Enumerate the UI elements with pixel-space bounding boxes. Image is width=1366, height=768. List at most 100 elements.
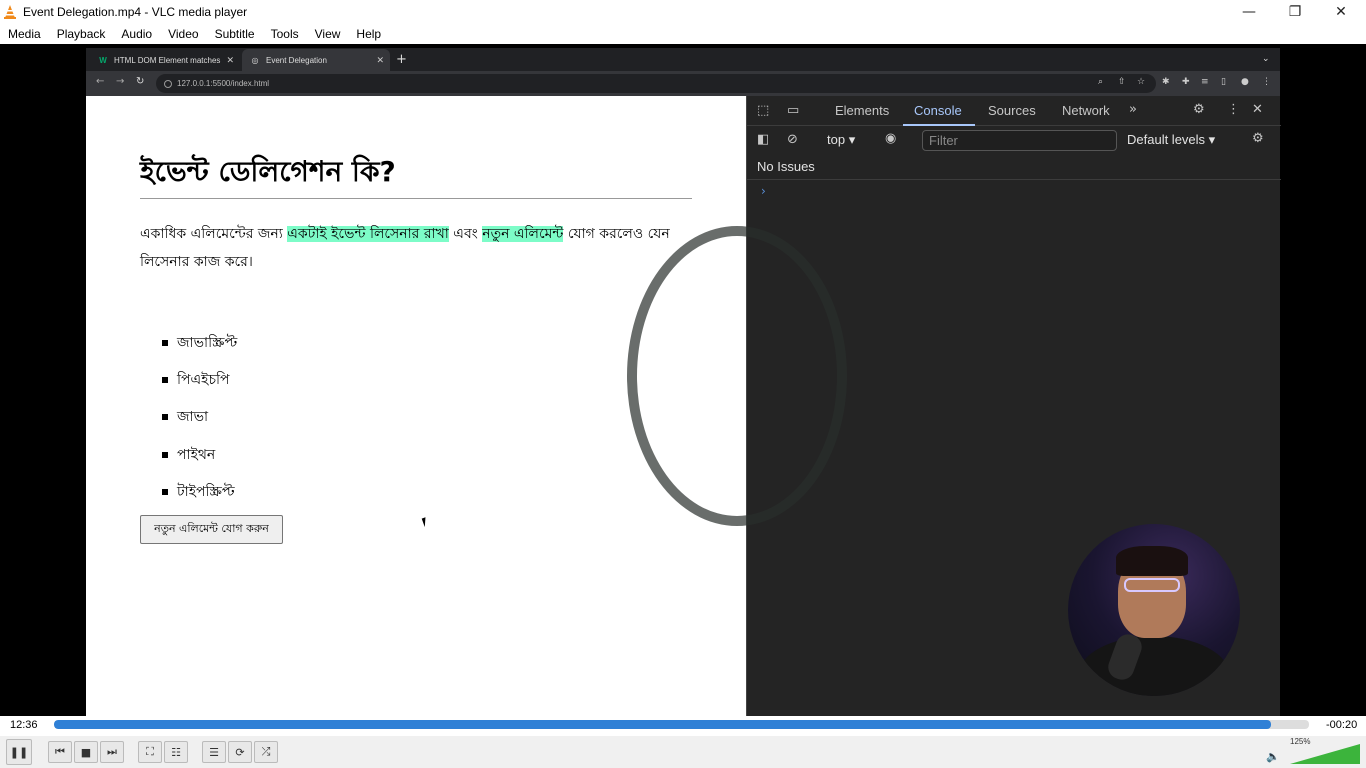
w3schools-icon: W: [99, 55, 107, 65]
zoom-icon[interactable]: ⌕: [1098, 77, 1103, 87]
share-icon[interactable]: ⇧: [1118, 77, 1126, 87]
heading-rule: [140, 198, 692, 199]
seek-bar[interactable]: [54, 720, 1309, 729]
more-tabs-icon[interactable]: »: [1129, 102, 1137, 117]
previous-button[interactable]: ⏮: [48, 741, 72, 763]
reload-icon[interactable]: ↻: [136, 76, 144, 87]
browser-tab-strip: W HTML DOM Element matches ✕ ◎ Event Del…: [86, 48, 1280, 71]
close-devtools-icon[interactable]: ✕: [1252, 102, 1263, 117]
pause-button[interactable]: ❚❚: [6, 739, 32, 765]
issues-bar: No Issues: [747, 154, 1281, 180]
live-expression-eye-icon[interactable]: ◉: [885, 131, 896, 146]
tab-sources[interactable]: Sources: [988, 103, 1036, 118]
devtools-settings-icon[interactable]: ⚙: [1193, 102, 1205, 117]
list-item[interactable]: পাইথন: [162, 436, 237, 473]
menu-subtitle[interactable]: Subtitle: [207, 27, 263, 41]
levels-label: Default levels: [1127, 132, 1206, 147]
next-button[interactable]: ⏭: [100, 741, 124, 763]
seek-bar-fill: [54, 720, 1272, 729]
description-paragraph: একাধিক এলিমেন্টের জন্য একটাই ইভেন্ট লিসে…: [140, 220, 700, 276]
highlight-one: একটাই ইভেন্ট লিসেনার রাখা: [287, 226, 449, 242]
media-icon[interactable]: ≡: [1201, 77, 1209, 87]
minimize-button[interactable]: —: [1226, 0, 1272, 23]
address-bar[interactable]: 127.0.0.1:5500/index.html: [156, 74, 1156, 93]
devtools-tab-bar: ⬚ ▭ Elements Console Sources Network » ⚙…: [747, 96, 1281, 126]
para-text: এবং: [448, 226, 483, 242]
presenter-glasses: [1124, 578, 1180, 592]
vlc-menu-bar: Media Playback Audio Video Subtitle Tool…: [0, 23, 1366, 44]
bullet-icon: [162, 451, 168, 458]
playback-controls: ❚❚ ⏮ ■ ⏭ ⛶ ☷ ☰ ⟳ ⤮ 🔈 125%: [0, 736, 1366, 768]
close-window-button[interactable]: ✕: [1318, 0, 1364, 23]
menu-video[interactable]: Video: [160, 27, 206, 41]
menu-help[interactable]: Help: [348, 27, 389, 41]
volume-slider-fill: [1290, 744, 1360, 764]
menu-view[interactable]: View: [307, 27, 349, 41]
sidepanel-icon[interactable]: ▯: [1221, 77, 1226, 87]
site-info-icon[interactable]: [164, 79, 172, 88]
menu-media[interactable]: Media: [0, 27, 49, 41]
tab-event-delegation[interactable]: ◎ Event Delegation ✕: [242, 49, 390, 71]
clear-console-icon[interactable]: ⊘: [787, 132, 798, 147]
list-item[interactable]: জাভা: [162, 399, 237, 436]
extension-icon[interactable]: ✱: [1162, 77, 1170, 87]
device-toolbar-icon[interactable]: ▭: [787, 103, 799, 118]
loop-button[interactable]: ⟳: [228, 741, 252, 763]
browser-menu-icon[interactable]: ⋮: [1262, 77, 1271, 87]
close-tab-icon[interactable]: ✕: [226, 55, 234, 66]
language-list: জাভাস্ক্রিপ্ট পিএইচপি জাভা পাইথন টাইপস্ক…: [162, 324, 237, 510]
console-prompt-icon[interactable]: ›: [761, 184, 766, 198]
extended-settings-button[interactable]: ☷: [164, 741, 188, 763]
console-toolbar: ◧ ⊘ top ▾ ◉ Filter Default levels ▾ ⚙: [747, 126, 1281, 154]
sidebar-toggle-icon[interactable]: ◧: [757, 132, 769, 147]
issues-text: No Issues: [757, 159, 815, 174]
forward-icon[interactable]: →: [116, 76, 124, 87]
list-item-label: পাইথন: [177, 446, 216, 463]
list-item-label: জাভাস্ক্রিপ্ট: [177, 334, 238, 351]
close-tab-icon[interactable]: ✕: [376, 55, 384, 66]
globe-icon: ◎: [251, 55, 259, 65]
bullet-icon: [162, 414, 168, 421]
menu-tools[interactable]: Tools: [263, 27, 307, 41]
random-button[interactable]: ⤮: [254, 741, 278, 763]
browser-toolbar: ← → ↻ 127.0.0.1:5500/index.html ⌕ ⇧ ☆ ✱ …: [86, 71, 1280, 96]
playlist-button[interactable]: ☰: [202, 741, 226, 763]
presenter-body: [1078, 636, 1230, 696]
list-item[interactable]: জাভাস্ক্রিপ্ট: [162, 324, 237, 361]
bookmark-star-icon[interactable]: ☆: [1137, 77, 1145, 87]
menu-audio[interactable]: Audio: [113, 27, 160, 41]
tab-label: HTML DOM Element matches: [114, 55, 221, 65]
devtools-menu-icon[interactable]: ⋮: [1227, 102, 1240, 117]
console-settings-icon[interactable]: ⚙: [1252, 131, 1264, 146]
profile-avatar-icon[interactable]: ●: [1241, 77, 1249, 87]
context-selector[interactable]: top ▾: [827, 132, 855, 148]
menu-playback[interactable]: Playback: [49, 27, 114, 41]
tab-search-icon[interactable]: ⌄: [1262, 54, 1270, 64]
back-icon[interactable]: ←: [96, 76, 104, 87]
tab-elements[interactable]: Elements: [835, 103, 889, 118]
volume-slider[interactable]: [1290, 744, 1360, 764]
tab-html-dom[interactable]: W HTML DOM Element matches ✕: [90, 49, 240, 71]
bullet-icon: [162, 376, 168, 383]
log-levels-dropdown[interactable]: Default levels ▾: [1127, 132, 1215, 148]
restore-button[interactable]: ❐: [1272, 0, 1318, 23]
vlc-title-bar: Event Delegation.mp4 - VLC media player: [0, 0, 1366, 23]
stop-button[interactable]: ■: [74, 741, 98, 763]
list-item[interactable]: পিএইচপি: [162, 361, 237, 398]
highlight-two: নতুন এলিমেন্ট: [482, 226, 564, 242]
list-item[interactable]: টাইপস্ক্রিপ্ট: [162, 473, 237, 510]
inspect-element-icon[interactable]: ⬚: [757, 103, 769, 118]
speaker-icon[interactable]: 🔈: [1266, 750, 1280, 763]
puzzle-icon[interactable]: ✚: [1182, 77, 1190, 87]
add-element-button[interactable]: নতুন এলিমেন্ট যোগ করুন: [140, 515, 283, 544]
fullscreen-button[interactable]: ⛶: [138, 741, 162, 763]
tab-network[interactable]: Network: [1062, 103, 1110, 118]
tab-console[interactable]: Console: [914, 103, 962, 118]
bullet-icon: [162, 339, 168, 346]
list-item-label: টাইপস্ক্রিপ্ট: [177, 483, 235, 500]
presenter-hair: [1116, 546, 1188, 576]
tab-label: Event Delegation: [266, 55, 327, 65]
context-label: top: [827, 132, 846, 147]
new-tab-icon[interactable]: +: [396, 52, 407, 67]
console-filter-input[interactable]: Filter: [922, 130, 1117, 151]
